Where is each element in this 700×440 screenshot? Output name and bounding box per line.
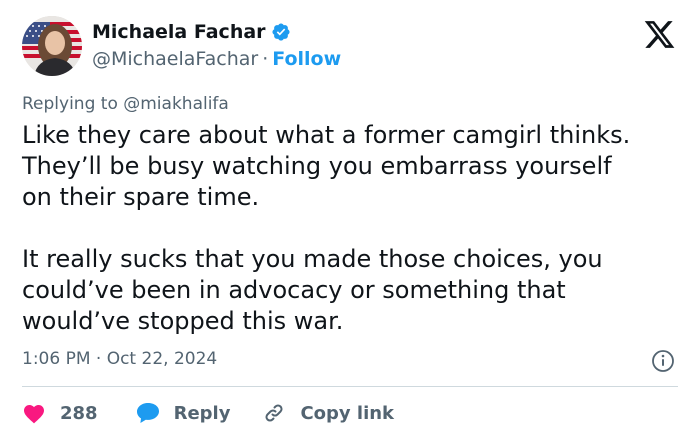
author-name[interactable]: Michaela Fachar bbox=[92, 21, 291, 43]
like-count: 288 bbox=[60, 402, 98, 424]
info-icon[interactable] bbox=[651, 349, 675, 373]
tweet-paragraph: Like they care about what a former camgi… bbox=[22, 121, 631, 211]
author-name-text[interactable]: Michaela Fachar bbox=[92, 21, 266, 43]
copy-link-label: Copy link bbox=[300, 402, 395, 424]
avatar-photo bbox=[22, 16, 82, 76]
x-logo-icon[interactable] bbox=[643, 18, 676, 51]
separator-dot: · bbox=[262, 48, 269, 70]
tweet-text: Like they care about what a former camgi… bbox=[22, 120, 682, 337]
link-icon bbox=[265, 404, 283, 422]
reply-bubble-icon bbox=[136, 403, 159, 423]
heart-icon bbox=[24, 405, 44, 424]
avatar[interactable] bbox=[22, 16, 82, 76]
tweet-card: Michaela Fachar @MichaelaFachar · Follow R… bbox=[0, 0, 700, 440]
like-button[interactable]: 288 bbox=[22, 402, 98, 424]
tweet-paragraph: It really sucks that you made those choi… bbox=[22, 245, 603, 335]
author-handle[interactable]: @MichaelaFachar bbox=[92, 48, 258, 70]
divider bbox=[22, 386, 678, 387]
handle-row: @MichaelaFachar · Follow bbox=[92, 48, 341, 70]
action-bar: 288 Reply Copy link bbox=[22, 398, 394, 428]
reply-label: Reply bbox=[173, 402, 231, 424]
copy-link-button[interactable]: Copy link bbox=[262, 401, 394, 425]
verified-badge-icon bbox=[272, 23, 290, 41]
timestamp[interactable]: 1:06 PM · Oct 22, 2024 bbox=[22, 349, 217, 369]
reply-button[interactable]: Reply bbox=[135, 401, 231, 425]
reply-context: Replying to @miakhalifa bbox=[22, 94, 229, 114]
follow-button[interactable]: Follow bbox=[272, 48, 341, 70]
